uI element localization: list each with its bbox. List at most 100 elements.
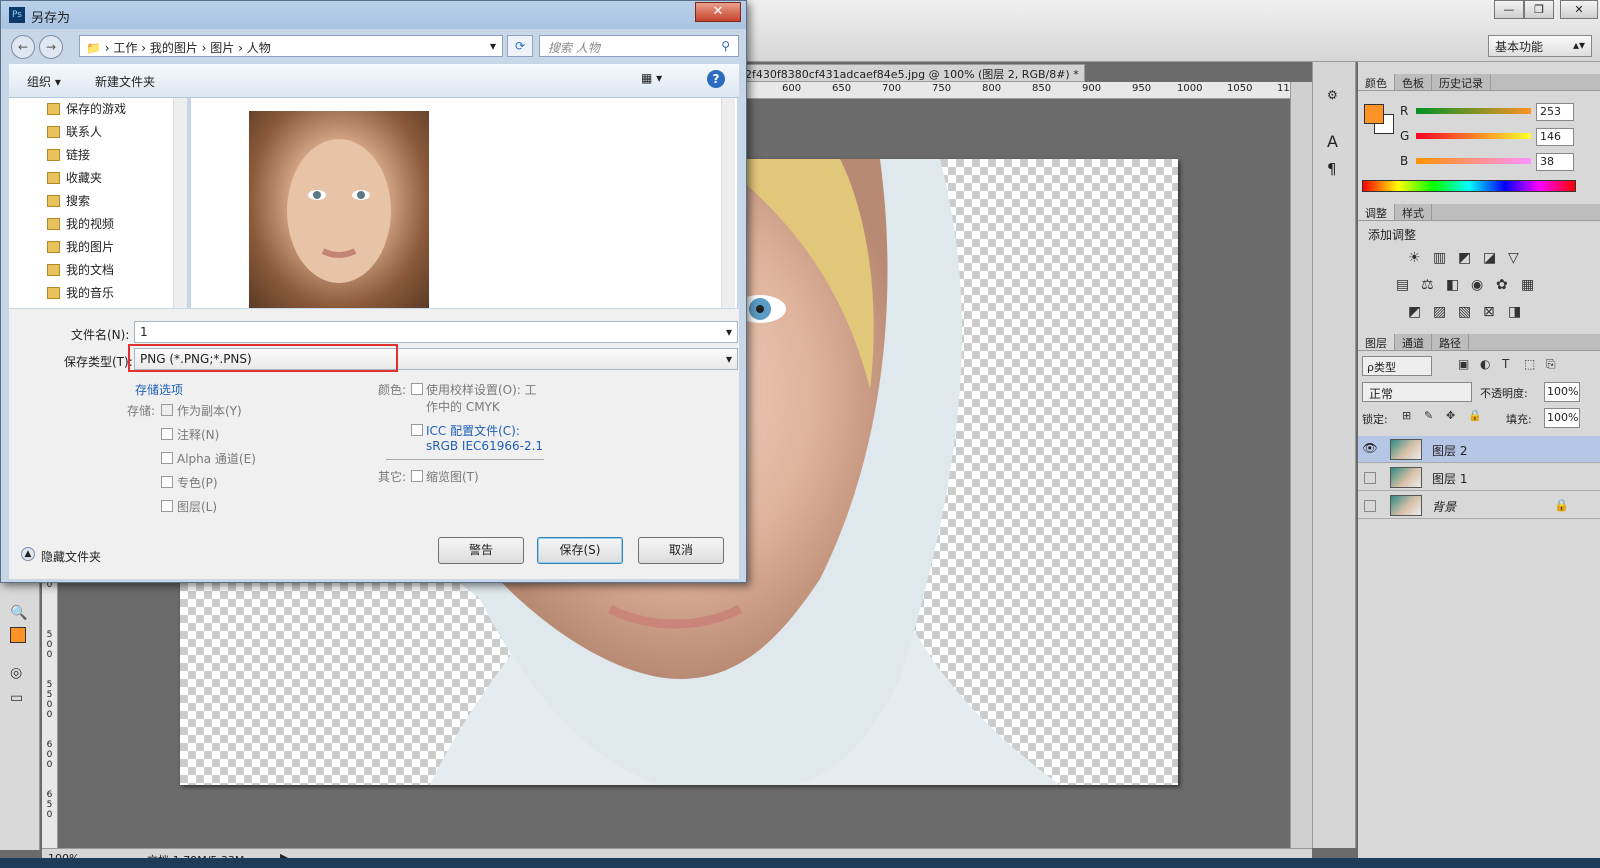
posterize-icon[interactable]: ▨ [1433, 304, 1446, 320]
properties-icon[interactable]: ⚙ [1327, 88, 1338, 102]
r-slider[interactable] [1416, 108, 1531, 114]
nav-item[interactable]: 搜索 [47, 192, 90, 209]
fg-color-swatch[interactable] [1364, 104, 1384, 124]
address-bar[interactable]: 📁 › 工作 › 我的图片 › 图片 › 人物 ▾ [79, 35, 503, 57]
character-icon[interactable]: A [1327, 132, 1338, 151]
dialog-close-button[interactable]: ✕ [695, 2, 741, 22]
curves-icon[interactable]: ◩ [1458, 250, 1471, 266]
save-button[interactable]: 保存(S) [537, 537, 623, 564]
lock-all-icon[interactable]: 🔒 [1468, 409, 1482, 422]
photo-filter-icon[interactable]: ◉ [1471, 277, 1483, 293]
restore-button[interactable]: ❐ [1524, 0, 1554, 19]
lock-position-icon[interactable]: ✥ [1446, 409, 1455, 422]
forward-arrow-icon[interactable]: → [39, 35, 63, 59]
nav-item[interactable]: 保存的游戏 [47, 100, 126, 117]
nav-item[interactable]: 我的音乐 [47, 284, 114, 301]
view-options-icon[interactable]: ▦ ▾ [641, 71, 662, 85]
warning-button[interactable]: 警告 [438, 537, 524, 564]
tab-channels[interactable]: 通道 [1395, 334, 1432, 350]
screen-mode-icon[interactable]: ▭ [10, 690, 23, 706]
layer-row[interactable]: 背景 🔒 [1358, 492, 1600, 519]
alpha-checkbox[interactable] [161, 452, 173, 464]
eye-icon[interactable]: 👁 [1362, 441, 1378, 457]
color-balance-icon[interactable]: ⚖ [1421, 277, 1434, 293]
blend-mode-select[interactable]: 正常 [1362, 382, 1472, 402]
zoom-tool-icon[interactable]: 🔍 [10, 605, 27, 621]
levels-icon[interactable]: ▥ [1433, 250, 1446, 266]
filter-adjust-icon[interactable]: ◐ [1480, 357, 1490, 371]
help-icon[interactable]: ? [707, 70, 725, 88]
search-input[interactable]: 搜索 人物 ⚲ [539, 35, 739, 57]
visibility-box-icon[interactable] [1364, 472, 1376, 484]
gradient-map-icon[interactable]: ◨ [1508, 304, 1521, 320]
b-slider[interactable] [1416, 158, 1531, 164]
nav-item[interactable]: 联系人 [47, 123, 102, 140]
b-value-input[interactable]: 38 [1536, 153, 1574, 171]
visibility-box-icon[interactable] [1364, 500, 1376, 512]
tab-paths[interactable]: 路径 [1432, 334, 1469, 350]
fill-input[interactable]: 100% [1544, 408, 1580, 428]
nav-item[interactable]: 我的视频 [47, 215, 114, 232]
brightness-icon[interactable]: ☀ [1408, 250, 1421, 266]
vibrance-icon[interactable]: ▽ [1508, 250, 1519, 266]
breadcrumb-item[interactable]: 图片 [210, 41, 234, 55]
black-white-icon[interactable]: ◧ [1446, 277, 1459, 293]
file-list-scrollbar[interactable] [721, 98, 735, 308]
search-icon[interactable]: ⚲ [721, 39, 730, 53]
breadcrumb-item[interactable]: 我的图片 [150, 41, 198, 55]
quick-mask-icon[interactable]: ◎ [10, 665, 22, 681]
nav-item[interactable]: 我的文档 [47, 261, 114, 278]
layers-checkbox[interactable] [161, 500, 173, 512]
selective-color-icon[interactable]: ⊠ [1483, 304, 1495, 320]
lock-pixels-icon[interactable]: ✎ [1424, 409, 1433, 422]
filter-pixel-icon[interactable]: ▣ [1458, 357, 1469, 371]
workspace-select[interactable]: 基本功能 ▴▾ [1488, 35, 1592, 57]
nav-item[interactable]: 收藏夹 [47, 169, 102, 186]
breadcrumb-item[interactable]: 人物 [247, 41, 271, 55]
cancel-button[interactable]: 取消 [638, 537, 724, 564]
close-button[interactable]: ✕ [1560, 0, 1598, 19]
nav-item[interactable]: 链接 [47, 146, 90, 163]
filter-smart-icon[interactable]: ⎘ [1546, 357, 1556, 372]
tab-swatches[interactable]: 色板 [1395, 74, 1432, 90]
filename-input[interactable]: 1 ▾ [134, 321, 738, 343]
save-options-link[interactable]: 存储选项 [135, 381, 183, 398]
icc-checkbox[interactable] [411, 424, 423, 436]
threshold-icon[interactable]: ▧ [1458, 304, 1471, 320]
image-thumbnail[interactable] [249, 111, 429, 308]
g-slider[interactable] [1416, 133, 1531, 139]
proof-checkbox[interactable] [411, 383, 423, 395]
breadcrumb-item[interactable]: 工作 [113, 41, 137, 55]
back-arrow-icon[interactable]: ← [11, 35, 35, 59]
opacity-input[interactable]: 100% [1544, 382, 1580, 402]
collapse-icon[interactable]: ▲ [21, 547, 35, 561]
hue-saturation-icon[interactable]: ▤ [1396, 277, 1409, 293]
chevron-down-icon[interactable]: ▾ [726, 325, 732, 339]
as-copy-checkbox[interactable] [161, 404, 173, 416]
exposure-icon[interactable]: ◪ [1483, 250, 1496, 266]
tab-close-icon[interactable]: × [1082, 68, 1084, 81]
color-lookup-icon[interactable]: ▦ [1521, 277, 1534, 293]
paragraph-icon[interactable]: ¶ [1327, 160, 1337, 178]
nav-item[interactable]: 我的图片 [47, 238, 114, 255]
filter-shape-icon[interactable]: ⬚ [1524, 357, 1535, 371]
g-value-input[interactable]: 146 [1536, 128, 1574, 146]
invert-icon[interactable]: ◩ [1408, 304, 1421, 320]
layer-row[interactable]: 图层 1 [1358, 464, 1600, 491]
chevron-down-icon[interactable]: ▾ [490, 39, 496, 53]
notes-checkbox[interactable] [161, 428, 173, 440]
hide-folders-button[interactable]: 隐藏文件夹 [41, 548, 101, 565]
layer-row[interactable]: 👁 图层 2 [1358, 436, 1600, 463]
new-folder-button[interactable]: 新建文件夹 [95, 73, 155, 90]
color-ramp[interactable] [1362, 180, 1576, 192]
document-tab[interactable]: 2f430f8380cf431adcaef84e5.jpg @ 100% (图层… [740, 64, 1085, 82]
foreground-color-swatch[interactable] [10, 627, 26, 643]
refresh-icon[interactable]: ⟳ [507, 35, 533, 57]
nav-scrollbar[interactable] [173, 98, 187, 308]
lock-transparent-icon[interactable]: ⊞ [1402, 409, 1411, 422]
organize-button[interactable]: 组织 ▾ [27, 73, 61, 90]
tab-layers[interactable]: 图层 [1358, 334, 1395, 350]
tab-adjustments[interactable]: 调整 [1358, 204, 1395, 220]
vertical-scrollbar[interactable] [1290, 82, 1312, 848]
spot-color-checkbox[interactable] [161, 476, 173, 488]
